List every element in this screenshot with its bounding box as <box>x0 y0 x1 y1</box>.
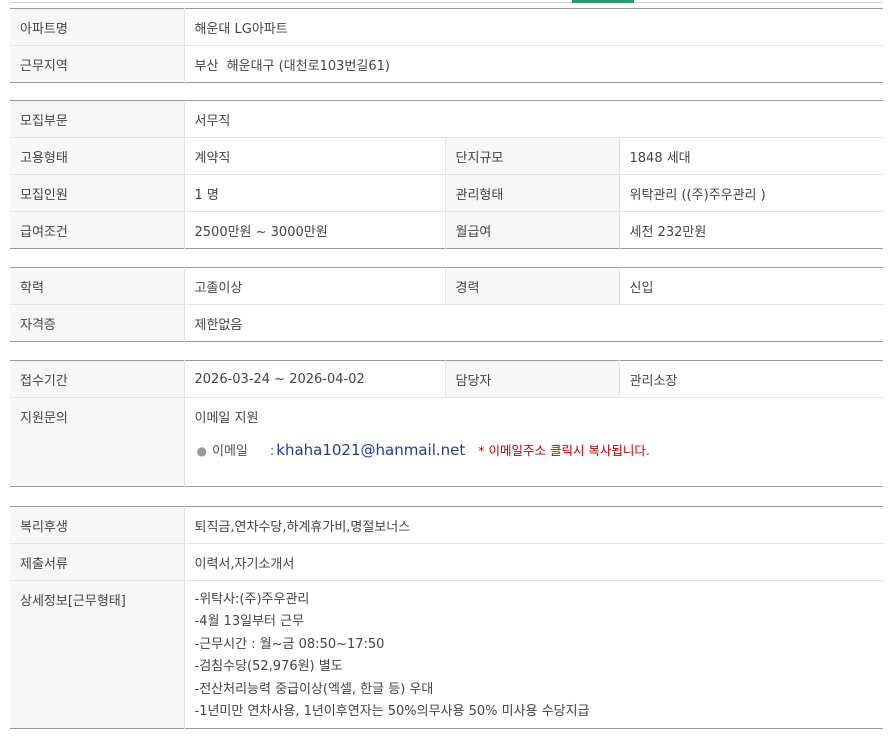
email-colon: : <box>269 444 275 459</box>
row-headcount: 모집인원 1 명 관리형태 위탁관리 ((주)주우관리 ) <box>10 174 883 212</box>
management-type-label: 관리형태 <box>444 174 619 212</box>
detail-line: -위탁사:(주)주우관리 <box>194 592 310 607</box>
certificate-label: 자격증 <box>10 304 184 342</box>
application-period-value: 2026-03-24 ~ 2026-04-02 <box>183 360 445 398</box>
row-detail: 상세정보[근무형태] -위탁사:(주)주우관리 -4월 13일부터 근무 -근무… <box>10 580 883 729</box>
row-apartment-name: 아파트명 해운대 LG아파트 <box>10 8 883 46</box>
row-period: 접수기간 2026-03-24 ~ 2026-04-02 담당자 관리소장 <box>10 360 883 398</box>
section-application: 접수기간 2026-03-24 ~ 2026-04-02 담당자 관리소장 지원… <box>10 360 883 487</box>
inquiry-label: 지원문의 <box>10 397 184 487</box>
documents-label: 제출서류 <box>10 543 184 581</box>
education-label: 학력 <box>10 267 184 305</box>
detail-content: -위탁사:(주)주우관리 -4월 13일부터 근무 -근무시간 : 월~금 08… <box>183 580 883 729</box>
row-salary: 급여조건 2500만원 ~ 3000만원 월급여 세전 232만원 <box>10 211 883 249</box>
inquiry-content: 이메일 지원 ● 이메일 : khaha1021@hanmail.net * 이… <box>183 397 883 487</box>
row-department: 모집부문 서무직 <box>10 100 883 138</box>
row-location: 근무지역 부산 해운대구 (대천로103번길61) <box>10 45 883 83</box>
complex-size-label: 단지규모 <box>444 137 619 175</box>
contact-person-label: 담당자 <box>444 360 619 398</box>
section-recruitment: 모집부문 서무직 고용형태 계약직 단지규모 1848 세대 모집인원 1 명 … <box>10 100 883 249</box>
detail-line: -전산처리능력 중급이상(엑셀, 한글 등) 우대 <box>194 681 434 697</box>
application-period-label: 접수기간 <box>10 360 184 398</box>
welfare-value: 퇴직금,연차수당,하계휴가비,명절보너스 <box>183 506 883 544</box>
headcount-label: 모집인원 <box>10 174 184 212</box>
monthly-salary-value: 세전 232만원 <box>618 211 883 249</box>
section-qualifications: 학력 고졸이상 경력 신입 자격증 제한없음 <box>10 267 883 342</box>
employment-type-value: 계약직 <box>183 137 445 175</box>
monthly-salary-label: 월급여 <box>444 211 619 249</box>
certificate-value: 제한없음 <box>183 304 883 342</box>
career-value: 신입 <box>618 267 883 305</box>
apartment-name-label: 아파트명 <box>10 8 184 46</box>
row-inquiry: 지원문의 이메일 지원 ● 이메일 : khaha1021@hanmail.ne… <box>10 397 883 487</box>
detail-line: -검침수당(52,976원) 별도 <box>194 659 343 675</box>
email-label: 이메일 <box>211 444 248 459</box>
career-label: 경력 <box>444 267 619 305</box>
active-tab-indicator <box>572 0 634 3</box>
detail-label: 상세정보[근무형태] <box>10 580 184 729</box>
inquiry-method: 이메일 지원 <box>194 411 259 426</box>
documents-value: 이력서,자기소개서 <box>183 543 883 581</box>
email-address-link[interactable]: khaha1021@hanmail.net <box>276 441 465 459</box>
email-copy-note: * 이메일주소 클릭시 복사됩니다. <box>478 443 650 458</box>
apartment-name-value: 해운대 LG아파트 <box>183 8 883 46</box>
section-apartment: 아파트명 해운대 LG아파트 근무지역 부산 해운대구 (대천로103번길61) <box>10 8 883 83</box>
section-details: 복리후생 퇴직금,연차수당,하계휴가비,명절보너스 제출서류 이력서,자기소개서… <box>10 506 883 729</box>
top-divider <box>10 2 883 3</box>
detail-line: -근무시간 : 월~금 08:50~17:50 <box>194 636 385 652</box>
contact-person-value: 관리소장 <box>618 360 883 398</box>
row-employment: 고용형태 계약직 단지규모 1848 세대 <box>10 137 883 175</box>
row-certificate: 자격증 제한없음 <box>10 304 883 342</box>
row-education: 학력 고졸이상 경력 신입 <box>10 267 883 305</box>
welfare-label: 복리후생 <box>10 506 184 544</box>
row-documents: 제출서류 이력서,자기소개서 <box>10 543 883 581</box>
location-label: 근무지역 <box>10 45 184 83</box>
location-value: 부산 해운대구 (대천로103번길61) <box>183 45 883 83</box>
bullet-icon: ● <box>196 444 207 458</box>
management-type-value: 위탁관리 ((주)주우관리 ) <box>618 174 883 212</box>
salary-value: 2500만원 ~ 3000만원 <box>183 211 445 249</box>
education-value: 고졸이상 <box>183 267 445 305</box>
department-label: 모집부문 <box>10 100 184 138</box>
email-row: ● 이메일 : khaha1021@hanmail.net * 이메일주소 클릭… <box>195 440 874 459</box>
detail-line: -4월 13일부터 근무 <box>194 614 305 630</box>
headcount-value: 1 명 <box>183 174 445 212</box>
department-value: 서무직 <box>183 100 883 138</box>
detail-line: -1년미만 연차사용, 1년이후연자는 50%의무사용 50% 미사용 수당지급 <box>194 704 590 720</box>
employment-type-label: 고용형태 <box>10 137 184 175</box>
row-welfare: 복리후생 퇴직금,연차수당,하계휴가비,명절보너스 <box>10 506 883 544</box>
complex-size-value: 1848 세대 <box>618 137 883 175</box>
salary-label: 급여조건 <box>10 211 184 249</box>
